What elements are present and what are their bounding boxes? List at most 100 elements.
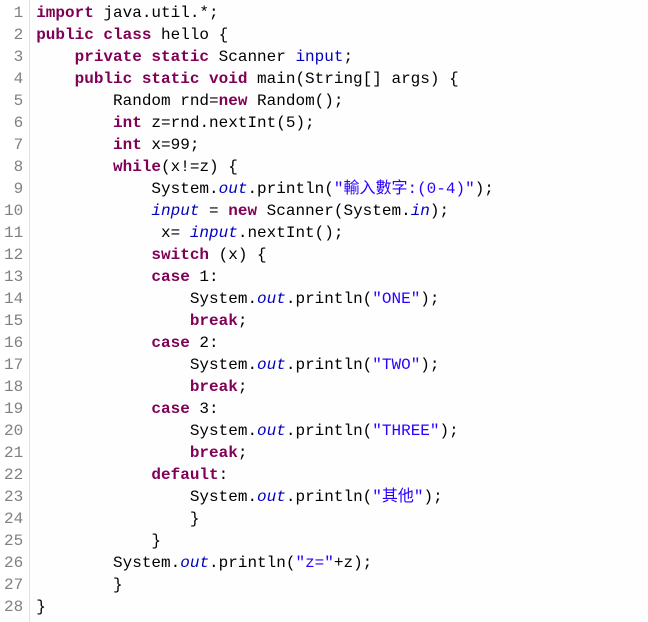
code-line: switch (x) { — [36, 244, 648, 266]
token-kw: new — [219, 92, 248, 110]
line-number: 20 — [4, 420, 23, 442]
code-line: break; — [36, 376, 648, 398]
token-fldI: input — [190, 224, 238, 242]
token-pln: hello { — [151, 26, 228, 44]
token-kw: case — [151, 400, 189, 418]
line-number: 14 — [4, 288, 23, 310]
token-kw: while — [113, 158, 161, 176]
code-line: int x=99; — [36, 134, 648, 156]
line-number: 21 — [4, 442, 23, 464]
token-pln: .println( — [286, 356, 372, 374]
token-fldI: out — [257, 290, 286, 308]
token-pln: ); — [430, 202, 449, 220]
token-kw: import — [36, 4, 94, 22]
line-number: 13 — [4, 266, 23, 288]
token-pln: ; — [343, 48, 353, 66]
token-kw: int — [113, 136, 142, 154]
token-pln: } — [151, 532, 161, 550]
line-number: 7 — [4, 134, 23, 156]
code-line: private static Scanner input; — [36, 46, 648, 68]
code-line: input = new Scanner(System.in); — [36, 200, 648, 222]
line-number: 17 — [4, 354, 23, 376]
code-line: Random rnd=new Random(); — [36, 90, 648, 112]
code-area: import java.util.*;public class hello { … — [30, 0, 648, 622]
token-kw: int — [113, 114, 142, 132]
token-kw: switch — [151, 246, 209, 264]
token-str: "z=" — [295, 554, 333, 572]
token-kw: case — [151, 268, 189, 286]
token-fldI: out — [257, 356, 286, 374]
token-pln: x=99; — [142, 136, 200, 154]
token-pln: System. — [190, 290, 257, 308]
line-number: 24 — [4, 508, 23, 530]
token-fldI: out — [257, 488, 286, 506]
line-number: 8 — [4, 156, 23, 178]
code-line: System.out.println("THREE"); — [36, 420, 648, 442]
code-line: System.out.println("輸入數字:(0-4)"); — [36, 178, 648, 200]
token-kw: private static — [75, 48, 209, 66]
token-pln: main(String[] args) { — [247, 70, 458, 88]
token-kw: public static void — [75, 70, 248, 88]
code-line: int z=rnd.nextInt(5); — [36, 112, 648, 134]
code-line: System.out.println("ONE"); — [36, 288, 648, 310]
token-pln: ; — [238, 444, 248, 462]
line-number: 19 — [4, 398, 23, 420]
token-pln: .println( — [286, 488, 372, 506]
code-line: break; — [36, 310, 648, 332]
line-number: 1 — [4, 2, 23, 24]
code-line: while(x!=z) { — [36, 156, 648, 178]
token-pln: System. — [113, 554, 180, 572]
token-pln: +z); — [334, 554, 372, 572]
token-pln: Random rnd= — [113, 92, 219, 110]
token-pln: : — [219, 466, 229, 484]
code-line: System.out.println("z="+z); — [36, 552, 648, 574]
token-pln: .println( — [209, 554, 295, 572]
token-str: "TWO" — [372, 356, 420, 374]
token-pln: } — [190, 510, 200, 528]
token-pln: } — [113, 576, 123, 594]
token-pln: java.util.*; — [94, 4, 219, 22]
line-number: 23 — [4, 486, 23, 508]
token-pln: .println( — [286, 422, 372, 440]
line-number: 11 — [4, 222, 23, 244]
code-line: case 1: — [36, 266, 648, 288]
code-line: case 3: — [36, 398, 648, 420]
code-line: public static void main(String[] args) { — [36, 68, 648, 90]
code-line: x= input.nextInt(); — [36, 222, 648, 244]
code-line: default: — [36, 464, 648, 486]
line-number: 12 — [4, 244, 23, 266]
token-fldI: out — [257, 422, 286, 440]
line-number: 5 — [4, 90, 23, 112]
line-number: 3 — [4, 46, 23, 68]
token-kw: break — [190, 312, 238, 330]
token-fldI: input — [151, 202, 199, 220]
token-kw: public class — [36, 26, 151, 44]
token-fld: input — [295, 48, 343, 66]
token-pln: 3: — [190, 400, 219, 418]
token-str: "其他" — [372, 488, 423, 506]
code-line: public class hello { — [36, 24, 648, 46]
line-number: 2 — [4, 24, 23, 46]
token-pln: Scanner(System. — [257, 202, 411, 220]
line-number-gutter: 1234567891011121314151617181920212223242… — [0, 0, 30, 622]
line-number: 16 — [4, 332, 23, 354]
token-pln: Random(); — [247, 92, 343, 110]
line-number: 27 — [4, 574, 23, 596]
token-pln: System. — [190, 356, 257, 374]
token-pln: ); — [475, 180, 494, 198]
code-line: break; — [36, 442, 648, 464]
token-kw: new — [228, 202, 257, 220]
code-line: } — [36, 574, 648, 596]
line-number: 9 — [4, 178, 23, 200]
line-number: 10 — [4, 200, 23, 222]
token-pln: (x!=z) { — [161, 158, 238, 176]
line-number: 25 — [4, 530, 23, 552]
token-str: "輸入數字:(0-4)" — [334, 180, 475, 198]
token-pln: System. — [190, 422, 257, 440]
token-pln: System. — [190, 488, 257, 506]
token-kw: break — [190, 378, 238, 396]
line-number: 18 — [4, 376, 23, 398]
line-number: 28 — [4, 596, 23, 618]
token-pln: .nextInt(); — [238, 224, 344, 242]
token-fldI: out — [219, 180, 248, 198]
